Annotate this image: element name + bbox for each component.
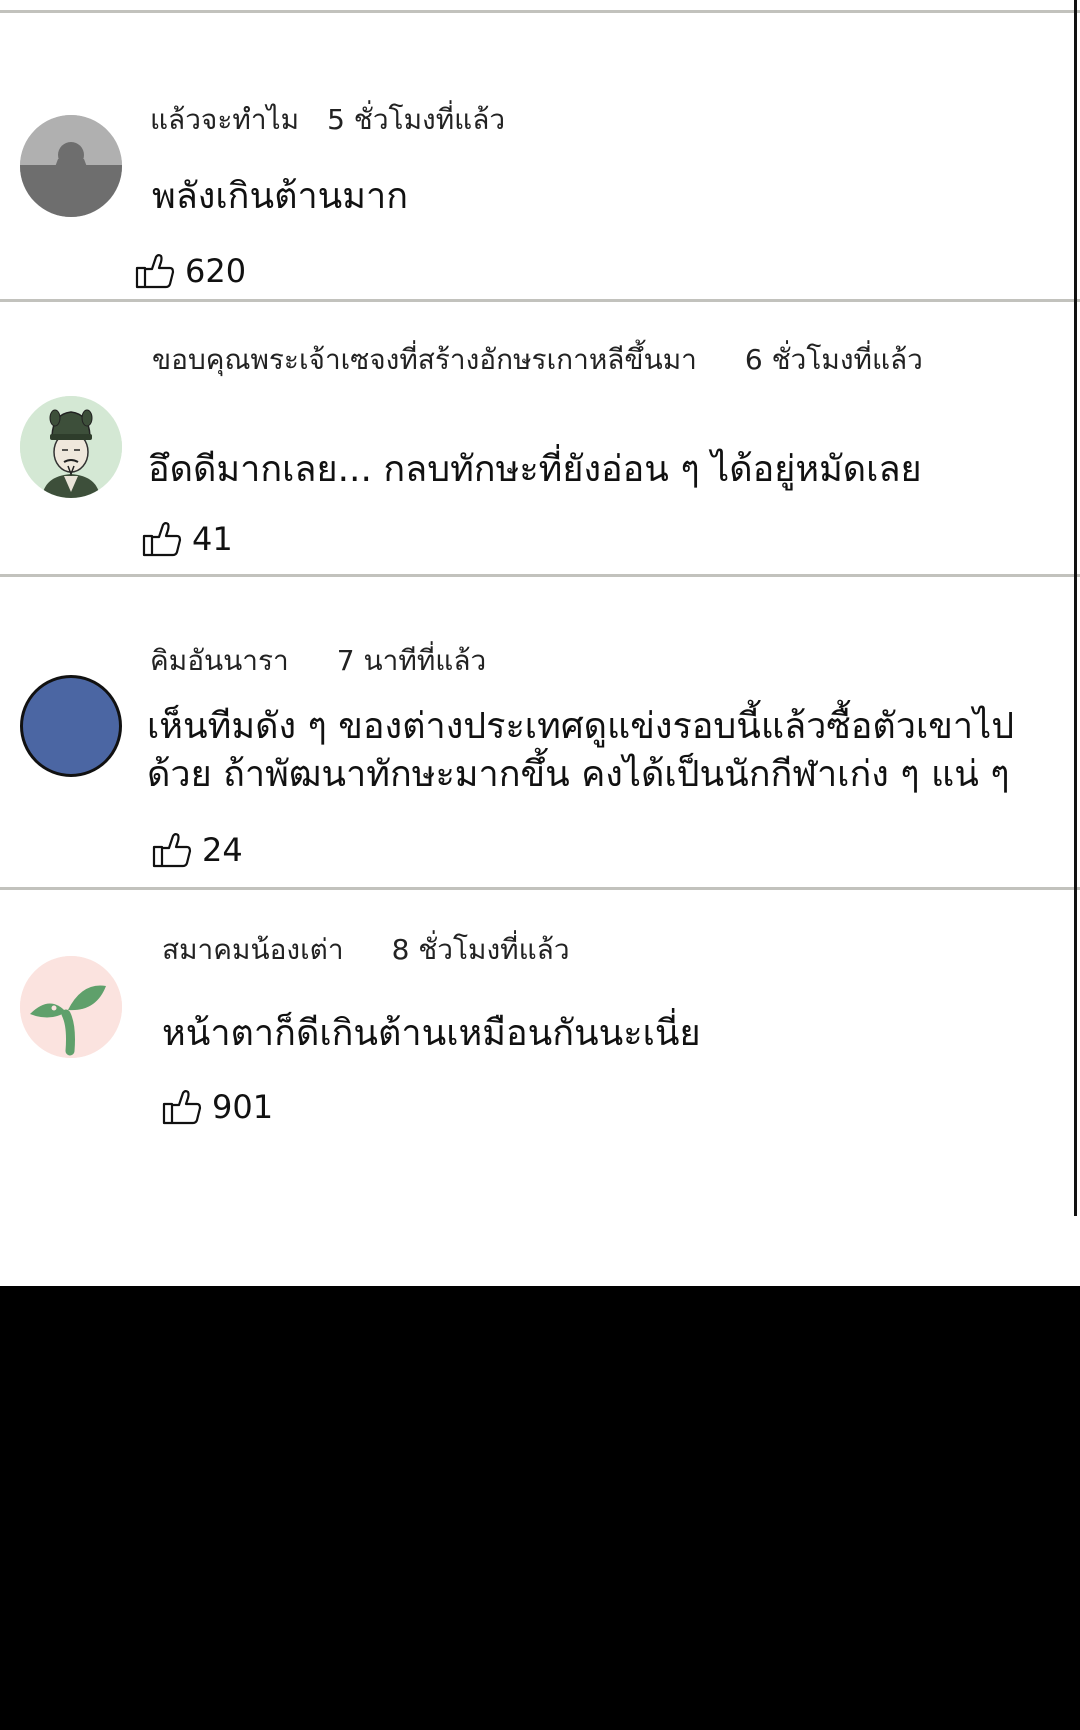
blue-circle-avatar[interactable] (20, 675, 122, 777)
comment-meta: ขอบคุณพระเจ้าเซจงที่สร้างอักษรเกาหลีขึ้น… (152, 338, 923, 382)
sprout-avatar[interactable] (20, 956, 122, 1058)
comment-line: เห็นทีมดัง ๆ ของต่างประเทศดูแข่งรอบนี้แล… (147, 706, 1015, 747)
like-button[interactable]: 620 (135, 252, 246, 290)
king-sejong-avatar[interactable] (20, 396, 122, 498)
comment-meta: แล้วจะทำไม 5 ชั่วโมงที่แล้ว (150, 98, 505, 142)
comment-text: พลังเกินต้านมาก (152, 173, 408, 221)
default-person-avatar[interactable] (20, 115, 122, 217)
thumbs-up-icon (142, 522, 182, 557)
comment-item: แล้วจะทำไม 5 ชั่วโมงที่แล้ว พลังเกินต้านม… (0, 0, 1074, 300)
panel-border (1074, 0, 1077, 1216)
thumbs-up-icon (162, 1090, 202, 1125)
comment-text: หน้าตาก็ดีเกินต้านเหมือนกันนะเนี่ย (162, 1010, 701, 1058)
comment-time: 7 นาทีที่แล้ว (336, 644, 487, 677)
comment-text: เห็นทีมดัง ๆ ของต่างประเทศดูแข่งรอบนี้แล… (147, 703, 1014, 799)
comment-item: สมาคมน้องเต่า 8 ชั่วโมงที่แล้ว หน้าตาก็ดี… (0, 890, 1074, 1190)
thumbs-up-icon (135, 254, 175, 289)
comment-meta: สมาคมน้องเต่า 8 ชั่วโมงที่แล้ว (162, 928, 570, 972)
like-count: 620 (185, 252, 247, 290)
comment-line: พลังเกินต้านมาก (152, 176, 409, 217)
comment-item: คิมอันนารา 7 นาทีที่แล้ว เห็นทีมดัง ๆ ของ… (0, 577, 1074, 889)
comment-line: หน้าตาก็ดีเกินต้านเหมือนกันนะเนี่ย (162, 1013, 701, 1054)
comment-meta: คิมอันนารา 7 นาทีที่แล้ว (150, 639, 486, 683)
thumbs-up-icon (152, 833, 192, 868)
comment-text: อึดดีมากเลย... กลบทักษะที่ยังอ่อน ๆ ได้อ… (148, 446, 922, 494)
author-name[interactable]: ขอบคุณพระเจ้าเซจงที่สร้างอักษรเกาหลีขึ้น… (152, 343, 697, 376)
comment-item: ขอบคุณพระเจ้าเซจงที่สร้างอักษรเกาหลีขึ้น… (0, 302, 1074, 574)
like-button[interactable]: 41 (142, 520, 233, 558)
comment-line: อึดดีมากเลย... กลบทักษะที่ยังอ่อน ๆ ได้อ… (148, 449, 922, 490)
like-count: 901 (212, 1088, 274, 1126)
like-button[interactable]: 901 (162, 1088, 273, 1126)
comment-time: 8 ชั่วโมงที่แล้ว (391, 933, 570, 966)
like-button[interactable]: 24 (152, 831, 243, 869)
like-count: 24 (202, 831, 243, 869)
comment-time: 5 ชั่วโมงที่แล้ว (327, 103, 506, 136)
like-count: 41 (192, 520, 233, 558)
comments-panel: แล้วจะทำไม 5 ชั่วโมงที่แล้ว พลังเกินต้านม… (0, 0, 1080, 1286)
author-name[interactable]: สมาคมน้องเต่า (162, 933, 344, 966)
author-name[interactable]: คิมอันนารา (150, 644, 289, 677)
comment-time: 6 ชั่วโมงที่แล้ว (744, 343, 923, 376)
author-name[interactable]: แล้วจะทำไม (150, 103, 299, 136)
comment-line: ด้วย ถ้าพัฒนาทักษะมากขึ้น คงได้เป็นนักกี… (147, 754, 1010, 795)
